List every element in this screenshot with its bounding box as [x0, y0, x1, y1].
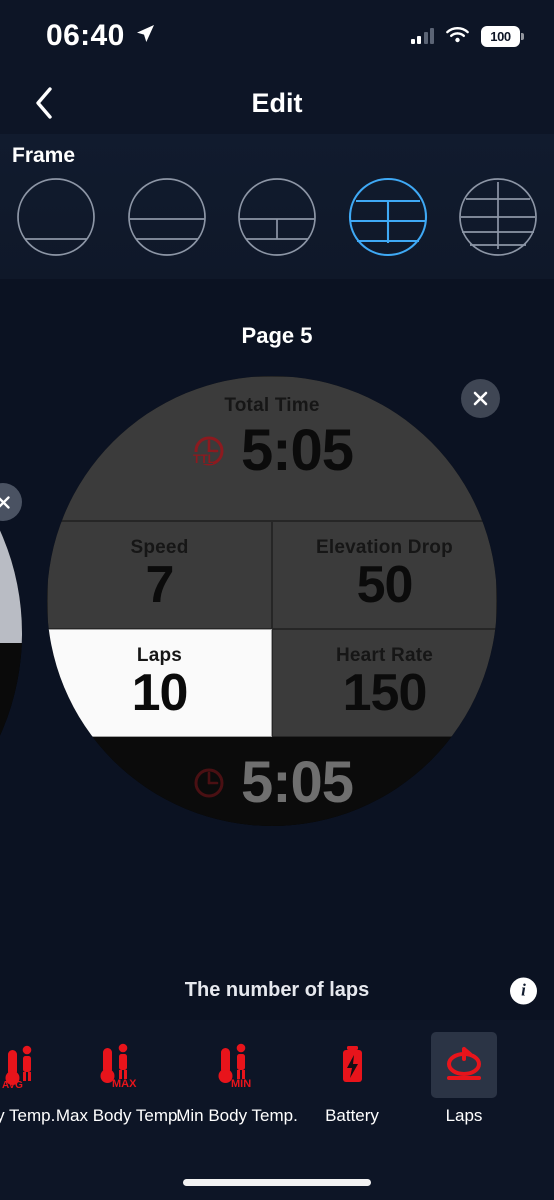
- watch-cell-value: 150: [342, 664, 428, 723]
- location-arrow-icon: [134, 23, 156, 50]
- close-icon: [0, 495, 10, 509]
- metric-item-laps[interactable]: Laps: [408, 1020, 520, 1126]
- close-icon: [473, 391, 488, 406]
- frame-option-5[interactable]: [458, 177, 538, 257]
- metric-item-avg-body-temp[interactable]: AVG dy Temp.: [0, 1020, 60, 1126]
- frame-section-title: Frame: [12, 144, 76, 167]
- laps-loop-icon: [431, 1032, 497, 1098]
- watch-face-row-1: Total Time TTL 5:05: [47, 376, 497, 521]
- chevron-left-icon: [36, 87, 52, 119]
- back-button[interactable]: [16, 72, 72, 134]
- stopwatch-ttl-icon: [194, 768, 224, 797]
- watch-cell-value: 7: [145, 556, 175, 615]
- watch-face-row-2: Speed 7 Elevation Drop 50: [47, 521, 497, 629]
- metric-item-label: dy Temp.: [0, 1106, 56, 1125]
- total-time-value-wrap: TTL 5:05: [191, 418, 354, 483]
- watch-cell-value: 5:05: [240, 418, 354, 483]
- metric-item-min-body-temp[interactable]: MIN Min Body Temp.: [176, 1020, 298, 1126]
- svg-text:AVG: AVG: [2, 1080, 23, 1090]
- metric-item-label: Min Body Temp.: [176, 1106, 298, 1125]
- watch-cell-label: Total Time: [224, 395, 320, 416]
- watch-cell-total-time[interactable]: Total Time TTL 5:05: [47, 376, 497, 521]
- previous-page-card[interactable]: [0, 383, 22, 883]
- metric-item-max-body-temp[interactable]: MAX Max Body Temp.: [56, 1020, 182, 1126]
- watch-face-grid: Total Time TTL 5:05 Speed 7 Elevation Dr…: [47, 376, 497, 826]
- min-body-temp-icon: MIN: [204, 1032, 270, 1098]
- frame-option-1[interactable]: [16, 177, 96, 257]
- metric-item-label: Max Body Temp.: [55, 1106, 183, 1125]
- info-icon-glyph: i: [521, 980, 526, 1000]
- dimmed-total-time-value: 5:05: [240, 750, 354, 815]
- page-carousel[interactable]: Total Time TTL 5:05 Speed 7 Elevation Dr…: [0, 361, 554, 921]
- frame-option-4[interactable]: [348, 177, 428, 257]
- status-bar: 06:40 100: [0, 0, 554, 72]
- wifi-icon: [445, 25, 470, 48]
- avg-body-temp-icon: AVG: [0, 1032, 54, 1098]
- navigation-bar: Edit: [0, 72, 554, 134]
- home-indicator: [183, 1179, 371, 1186]
- metric-description: The number of laps: [184, 979, 370, 1001]
- status-bar-right: 100: [410, 25, 524, 48]
- watch-face-preview[interactable]: Total Time TTL 5:05 Speed 7 Elevation Dr…: [47, 376, 497, 826]
- watch-cell-speed[interactable]: Speed 7: [47, 521, 272, 629]
- page-title: Edit: [251, 87, 303, 118]
- app-root: 06:40 100 Edit Frame Page 5 Total Time T…: [0, 0, 554, 1200]
- battery-level-text: 100: [490, 28, 511, 44]
- stopwatch-ttl-icon: TTL: [191, 436, 224, 466]
- frame-section: Frame: [0, 134, 554, 279]
- svg-text:MAX: MAX: [112, 1078, 137, 1090]
- metric-item-battery[interactable]: Battery: [296, 1020, 408, 1126]
- status-time: 06:40: [46, 19, 125, 52]
- watch-cell-value: 10: [131, 664, 189, 723]
- svg-text:TTL: TTL: [193, 452, 215, 466]
- page-preview-area: Page 5 Total Time TTL 5:05 Speed 7 Eleva…: [0, 279, 554, 961]
- max-body-temp-icon: MAX: [86, 1032, 152, 1098]
- battery-bolt-icon: [319, 1032, 385, 1098]
- frame-option-3[interactable]: [237, 177, 317, 257]
- dimmed-value-wrap: 5:05: [191, 737, 354, 816]
- description-bar: The number of laps i: [0, 961, 554, 1020]
- watch-face-row-3: Laps 10 Heart Rate 150: [47, 629, 497, 737]
- watch-cell-elevation-drop[interactable]: Elevation Drop 50: [272, 521, 497, 629]
- svg-text:MIN: MIN: [231, 1078, 251, 1090]
- cellular-signal-icon: [410, 28, 434, 44]
- previous-card-bottom: [0, 643, 22, 883]
- watch-cell-heart-rate[interactable]: Heart Rate 150: [272, 629, 497, 737]
- metric-item-label: Battery: [325, 1106, 379, 1125]
- watch-cell-value: 50: [356, 556, 414, 615]
- frame-option-2[interactable]: [127, 177, 207, 257]
- page-indicator-label: Page 5: [241, 323, 313, 348]
- watch-cell-laps[interactable]: Laps 10: [47, 629, 272, 737]
- metric-item-label: Laps: [445, 1106, 483, 1125]
- info-icon[interactable]: i: [510, 977, 537, 1004]
- current-page-close-button[interactable]: [461, 379, 500, 418]
- battery-indicator: 100: [481, 25, 524, 47]
- watch-face-dimmed-row: 5:05: [47, 737, 497, 826]
- frame-options-row: [0, 168, 554, 257]
- status-bar-left: 06:40: [46, 19, 156, 53]
- metric-picker[interactable]: AVG dy Temp. MAX Max Body Temp.: [0, 1020, 554, 1150]
